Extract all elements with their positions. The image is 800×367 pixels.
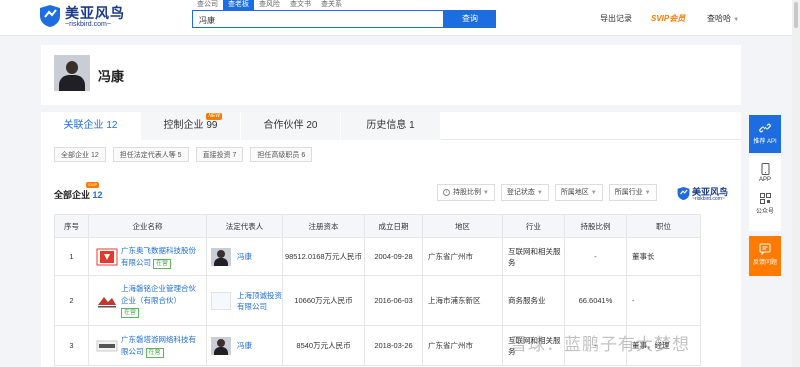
svip-label: SVIP会员: [651, 14, 686, 23]
chip-all-companies[interactable]: 全部企业 12: [54, 147, 106, 162]
legal-rep-link[interactable]: 冯康: [237, 252, 252, 261]
recommend-api-button[interactable]: 推荐 API: [749, 115, 781, 153]
top-header: 美亚风鸟 ~riskbird.com~ 查公司 查老板 查风险 查文书 查关系 …: [0, 0, 800, 36]
legal-rep-link[interactable]: 冯康: [237, 341, 252, 350]
watermark: 雪球：蓝鹏子有大梦想: [510, 335, 690, 354]
col-capital: 注册资本: [282, 214, 365, 238]
chip-legal-rep[interactable]: 担任法定代表人等 5: [112, 147, 189, 162]
search-tab-risk[interactable]: 查风险: [254, 0, 285, 10]
export-records-link[interactable]: 导出记录: [600, 13, 632, 24]
side-panel: APP 公众号: [749, 156, 781, 231]
shield-logo-icon: [40, 5, 60, 27]
chevron-down-icon: ▼: [590, 190, 597, 196]
link-icon: [759, 123, 771, 133]
relation-tabs: 关联企业 12 控制企业 99 NEW 合作伙伴 20 历史信息 1: [41, 112, 741, 140]
col-index: 序号: [54, 214, 89, 238]
rep-avatar: [211, 336, 231, 355]
main-panel: 关联企业 12 控制企业 99 NEW 合作伙伴 20 历史信息 1 全部企业 1…: [41, 112, 741, 367]
user-name: 查哈哈: [707, 14, 731, 23]
legal-rep-cell: 冯康: [206, 325, 283, 366]
section-count: 12: [92, 190, 103, 200]
company-logo-icon: [96, 248, 118, 265]
tab-history[interactable]: 历史信息 1: [341, 112, 441, 140]
status-badge: 在营: [145, 347, 164, 358]
svip-member-link[interactable]: SVIP会员: [651, 13, 685, 24]
feedback-icon: [759, 243, 771, 255]
company-link[interactable]: 上海磐铭企业管理合伙企业（有限合伙）: [121, 284, 196, 305]
legal-rep-link[interactable]: 上海顶诚投资有限公司: [237, 291, 282, 311]
tab-related-companies[interactable]: 关联企业 12: [41, 112, 141, 140]
feedback-button[interactable]: 反馈问题: [749, 236, 781, 276]
brand-logo[interactable]: 美亚风鸟 ~riskbird.com~: [39, 3, 129, 31]
brand-name: 美亚风鸟: [65, 5, 125, 21]
chevron-down-icon: ▼: [482, 190, 489, 196]
table-row: 2 上海磐铭企业管理合伙企业（有限合伙） 在营 上海顶诚投资有限公司 10660万…: [54, 275, 701, 326]
chip-senior-staff[interactable]: 担任高级职员 6: [250, 147, 313, 162]
col-date: 成立日期: [364, 214, 423, 238]
svip-badge: SVIP: [86, 182, 100, 188]
person-avatar: [54, 55, 90, 91]
filter-status[interactable]: 登记状态 ▼: [500, 184, 549, 201]
company-logo-icon: [96, 340, 118, 351]
col-position: 职位: [626, 214, 701, 238]
chevron-down-icon: ▼: [644, 190, 651, 196]
person-card: 冯康: [41, 45, 741, 105]
tab-partners[interactable]: 合作伙伴 20: [241, 112, 341, 140]
filter-chips: 全部企业 12 担任法定代表人等 5 直接投资 7 担任高级职员 6: [54, 147, 313, 162]
col-industry: 行业: [502, 214, 565, 238]
filter-shareholding[interactable]: i 持股比例 ▼: [437, 184, 495, 201]
col-legal-rep: 法定代表人: [206, 214, 283, 238]
table-row: 1 广东奥飞数据科技股份有限公司 在营 冯康 98512.0168万元人民币 20…: [54, 237, 701, 276]
col-share: 持股比例: [564, 214, 627, 238]
search-tab-boss[interactable]: 查老板: [223, 0, 254, 10]
new-badge: NEW: [206, 113, 222, 120]
person-name: 冯康: [98, 69, 125, 84]
table-header-row: 序号 企业名称 法定代表人 注册资本 成立日期 地区 行业 持股比例 职位: [54, 214, 701, 238]
legal-rep-cell: 上海顶诚投资有限公司: [206, 275, 283, 326]
company-cell: 上海磐铭企业管理合伙企业（有限合伙） 在营: [88, 275, 207, 326]
search-button[interactable]: 查询: [444, 10, 496, 28]
company-logo-icon: [98, 296, 116, 307]
filter-industry[interactable]: 所属行业 ▼: [608, 184, 657, 201]
legal-rep-cell: 冯康: [206, 237, 283, 276]
wechat-account-button[interactable]: 公众号: [749, 183, 781, 215]
chip-direct-investment[interactable]: 直接投资 7: [195, 147, 244, 162]
status-badge: 在营: [121, 308, 140, 318]
brand-watermark-logo: 美亚风鸟 ~riskbird.com~: [677, 184, 741, 204]
shield-logo-icon: [677, 187, 690, 200]
search-type-tabs: 查公司 查老板 查风险 查文书 查关系: [192, 0, 347, 10]
search-tab-company[interactable]: 查公司: [192, 0, 223, 10]
search-input-value: 冯康: [199, 16, 215, 25]
chevron-down-icon: ▼: [536, 190, 543, 196]
user-menu[interactable]: 查哈哈 ▼: [707, 13, 739, 24]
col-region: 地区: [422, 214, 503, 238]
company-cell: 广东磐塔游网络科技有限公司 在营: [88, 325, 207, 366]
table-filters: i 持股比例 ▼ 登记状态 ▼ 所属地区 ▼ 所属行业 ▼: [437, 184, 657, 201]
section-title: 全部企业 12: [54, 190, 103, 200]
scrollbar-thumb[interactable]: [794, 2, 798, 28]
search-tab-documents[interactable]: 查文书: [285, 0, 316, 10]
filter-region[interactable]: 所属地区 ▼: [554, 184, 603, 201]
rep-company-logo: [211, 291, 231, 310]
tab-controlled-companies[interactable]: 控制企业 99 NEW: [141, 112, 241, 140]
search-input[interactable]: 冯康: [192, 10, 444, 28]
app-button[interactable]: APP: [749, 156, 781, 183]
company-cell: 广东奥飞数据科技股份有限公司 在营: [88, 237, 207, 276]
status-badge: 在营: [153, 258, 172, 269]
qr-code-icon: [759, 193, 771, 204]
phone-icon: [761, 163, 769, 175]
rep-avatar: [211, 247, 231, 266]
search-tab-relations[interactable]: 查关系: [316, 0, 347, 10]
brand-domain: ~riskbird.com~: [65, 21, 111, 28]
scrollbar[interactable]: [792, 0, 800, 367]
info-icon: i: [443, 188, 450, 196]
col-company: 企业名称: [88, 214, 207, 238]
chevron-down-icon: ▼: [733, 17, 740, 23]
